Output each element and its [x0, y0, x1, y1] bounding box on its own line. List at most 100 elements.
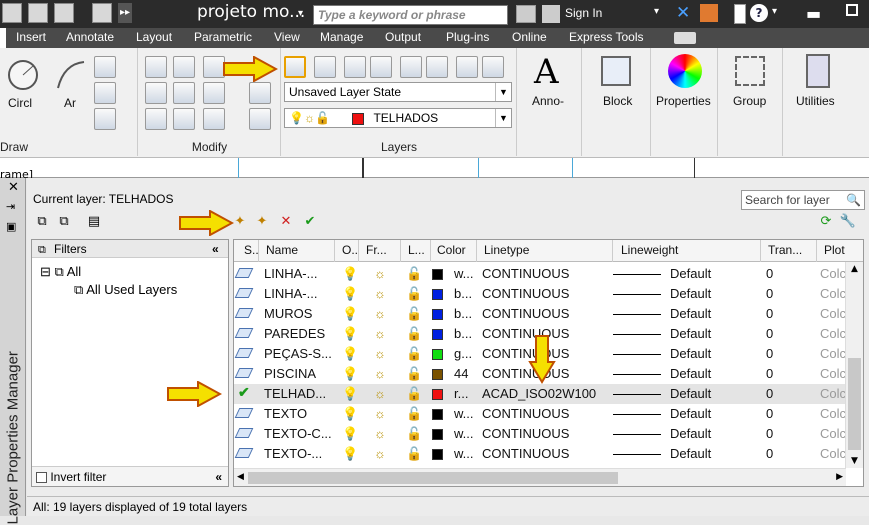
unlock-icon[interactable]: 🔓	[406, 446, 422, 462]
block-icon[interactable]	[601, 56, 631, 86]
scroll-right-icon[interactable]: ▶	[836, 472, 843, 482]
color-swatch[interactable]	[432, 369, 443, 380]
tab-online[interactable]: Online	[512, 30, 547, 44]
layer-name[interactable]: PAREDES	[264, 326, 325, 341]
column-separator[interactable]	[334, 240, 335, 262]
unlock-icon[interactable]: 🔓	[406, 406, 422, 422]
invert-filter-checkbox[interactable]	[36, 472, 47, 484]
table-row[interactable]: LINHA-... 💡 ☼ 🔓 w... CONTINUOUS Default 0 Colc	[234, 264, 846, 284]
linetype-value[interactable]: CONTINUOUS	[482, 306, 569, 321]
color-swatch[interactable]	[432, 349, 443, 360]
scale-icon[interactable]	[173, 108, 195, 130]
layer-name[interactable]: PEÇAS-S...	[264, 346, 332, 361]
move-icon[interactable]	[145, 56, 167, 78]
layer-name[interactable]: TELHAD...	[264, 386, 326, 401]
layer-off-icon[interactable]	[314, 56, 336, 78]
scroll-down-icon[interactable]: ▼	[851, 456, 858, 466]
copy-icon[interactable]	[145, 82, 167, 104]
draw-panel-label[interactable]: Draw	[0, 140, 137, 154]
color-swatch[interactable]	[432, 329, 443, 340]
col-status[interactable]: S..	[244, 243, 259, 257]
new-group-filter-icon[interactable]: ⧉	[55, 214, 73, 230]
layer-walk-icon[interactable]	[456, 56, 478, 78]
linetype-value[interactable]: CONTINUOUS	[482, 286, 569, 301]
set-current-icon[interactable]: ✔	[301, 214, 319, 230]
help-search-input[interactable]: Type a keyword or phrase	[313, 5, 508, 25]
tab-annotate[interactable]: Annotate	[66, 30, 114, 44]
annotation-icon[interactable]: A	[534, 52, 559, 92]
layer-name[interactable]: LINHA-...	[264, 286, 317, 301]
transparency-value[interactable]: 0	[766, 326, 773, 341]
transparency-value[interactable]: 0	[766, 426, 773, 441]
chevron-down-icon[interactable]: ▼	[495, 109, 511, 127]
layer-name[interactable]: MUROS	[264, 306, 312, 321]
sun-icon[interactable]: ☼	[374, 366, 386, 381]
mirror-icon[interactable]	[173, 82, 195, 104]
col-on[interactable]: O..	[342, 243, 358, 257]
lineweight-value[interactable]: Default	[670, 426, 711, 441]
table-row[interactable]: ✔ TELHAD... 💡 ☼ 🔓 r... ACAD_ISO02W100 Default 0 C…	[234, 384, 846, 404]
hatch-icon[interactable]	[94, 82, 116, 104]
col-lock[interactable]: L...	[408, 243, 425, 257]
bulb-icon[interactable]: 💡	[342, 426, 358, 442]
transparency-value[interactable]: 0	[766, 446, 773, 461]
sign-in-dropdown-icon[interactable]: ▾	[654, 6, 659, 17]
tab-express-tools[interactable]: Express Tools	[569, 30, 643, 44]
table-row[interactable]: TEXTO-... 💡 ☼ 🔓 w... CONTINUOUS Default 0 Colc	[234, 444, 846, 464]
vertical-scrollbar[interactable]: ▲ ▼	[845, 262, 863, 468]
layer-name[interactable]: LINHA-...	[264, 266, 317, 281]
horizontal-scrollbar[interactable]: ◀ ▶	[234, 468, 846, 486]
chevron-down-icon[interactable]: ▼	[495, 83, 511, 101]
layer-states-icon[interactable]: ▤	[85, 214, 103, 230]
color-swatch[interactable]	[432, 389, 443, 400]
col-linetype[interactable]: Linetype	[484, 243, 529, 257]
layer-unisolate-icon[interactable]	[482, 56, 504, 78]
column-separator[interactable]	[760, 240, 761, 262]
layer-properties-icon[interactable]	[284, 56, 306, 78]
app-menu-icon[interactable]	[2, 3, 22, 23]
collapse-pane-icon[interactable]: «	[215, 467, 222, 487]
transparency-value[interactable]: 0	[766, 306, 773, 321]
linetype-value[interactable]: CONTINUOUS	[482, 366, 569, 381]
col-plot-style[interactable]: Plot	[824, 243, 845, 257]
tab-parametric[interactable]: Parametric	[194, 30, 252, 44]
settings-wrench-icon[interactable]: 🔧	[839, 214, 857, 230]
sun-icon[interactable]: ☼	[374, 446, 386, 461]
col-color[interactable]: Color	[437, 243, 466, 257]
unlock-icon[interactable]: 🔓	[406, 366, 422, 382]
column-separator[interactable]	[358, 240, 359, 262]
quick-access-expand-icon[interactable]: ▸▸	[118, 3, 132, 23]
filter-all[interactable]: ⊟ ⧉ All	[40, 264, 81, 280]
column-separator[interactable]	[400, 240, 401, 262]
bulb-icon[interactable]: 💡	[342, 346, 358, 362]
transparency-value[interactable]: 0	[766, 346, 773, 361]
transparency-value[interactable]: 0	[766, 386, 773, 401]
tab-plug-ins[interactable]: Plug-ins	[446, 30, 489, 44]
layer-status-icon[interactable]	[234, 268, 254, 278]
lineweight-value[interactable]: Default	[670, 366, 711, 381]
new-filter-icon[interactable]: ⧉	[33, 214, 51, 230]
linetype-value[interactable]: CONTINUOUS	[482, 266, 569, 281]
sun-icon[interactable]: ☼	[374, 346, 386, 361]
table-row[interactable]: TEXTO-C... 💡 ☼ 🔓 w... CONTINUOUS Default 0 Colc	[234, 424, 846, 444]
layer-match-icon[interactable]	[426, 56, 448, 78]
lineweight-value[interactable]: Default	[670, 406, 711, 421]
minimize-icon[interactable]: ▬	[806, 4, 821, 23]
delete-layer-icon[interactable]: ✕	[277, 214, 295, 230]
column-separator[interactable]	[816, 240, 817, 262]
arc-icon[interactable]	[54, 58, 88, 92]
tab-manage[interactable]: Manage	[320, 30, 363, 44]
linetype-value[interactable]: CONTINUOUS	[482, 406, 569, 421]
lineweight-value[interactable]: Default	[670, 286, 711, 301]
table-row[interactable]: LINHA-... 💡 ☼ 🔓 b... CONTINUOUS Default 0 Colc	[234, 284, 846, 304]
unlock-icon[interactable]: 🔓	[406, 326, 422, 342]
lineweight-value[interactable]: Default	[670, 306, 711, 321]
unlock-icon[interactable]: 🔓	[406, 426, 422, 442]
bulb-icon[interactable]: 💡	[342, 266, 358, 282]
column-separator[interactable]	[258, 240, 259, 262]
new-layer-vp-frozen-icon[interactable]: ✦	[253, 214, 271, 230]
save-icon[interactable]	[28, 3, 48, 23]
lineweight-value[interactable]: Default	[670, 326, 711, 341]
scroll-up-icon[interactable]: ▲	[851, 264, 858, 274]
linetype-value[interactable]: CONTINUOUS	[482, 426, 569, 441]
